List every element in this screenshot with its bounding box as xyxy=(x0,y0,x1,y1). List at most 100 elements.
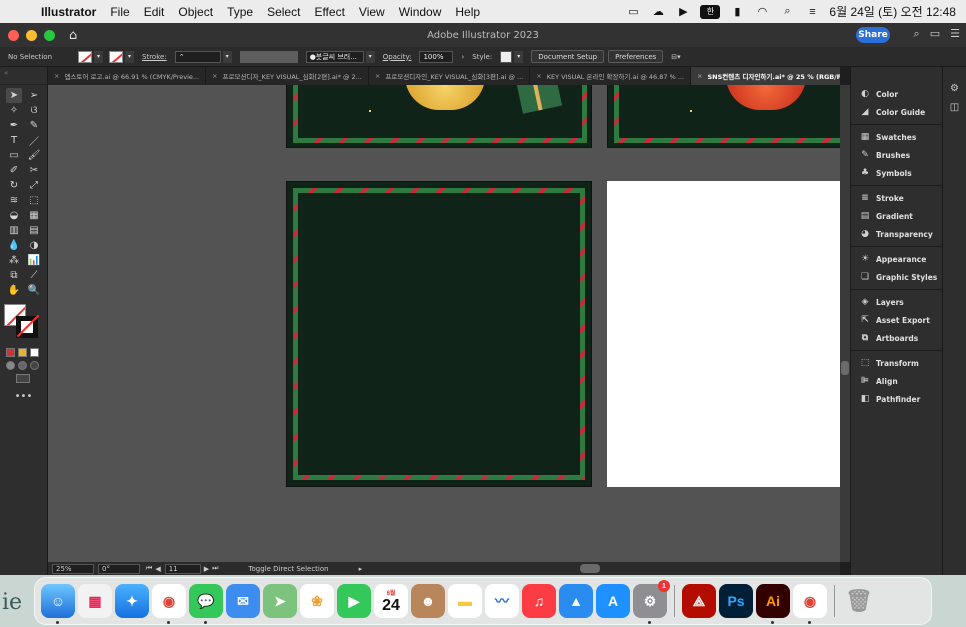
menu-select[interactable]: Select xyxy=(260,5,307,19)
selection-tool-icon[interactable]: ➤ xyxy=(6,88,22,103)
search-icon[interactable]: ⌕ xyxy=(779,5,795,19)
illustrator-icon[interactable]: Ai xyxy=(756,584,790,624)
brush-definition-field[interactable]: ● 붓글씨 브러... xyxy=(305,50,364,63)
menu-view[interactable]: View xyxy=(352,5,392,19)
lasso-tool-icon[interactable]: ଓ xyxy=(26,103,42,118)
opacity-label[interactable]: Opacity: xyxy=(383,53,412,61)
facetime-icon[interactable]: ▶ xyxy=(337,584,371,618)
previous-artboard-icon[interactable]: ◀ xyxy=(155,565,160,573)
draw-behind-icon[interactable] xyxy=(18,361,27,370)
display-icon[interactable]: ▭ xyxy=(625,5,641,19)
brush-dropdown[interactable]: ▾ xyxy=(365,50,375,63)
menu-icon[interactable]: ☰ xyxy=(950,27,960,41)
perspective-grid-tool-icon[interactable]: ▥ xyxy=(6,223,22,238)
tab-document-5[interactable]: ×SNS컨텐츠 디자인하기.ai* @ 25 % (RGB/Preview) xyxy=(691,67,840,85)
panel-symbols[interactable]: ♣ Symbols xyxy=(851,164,942,182)
menu-file[interactable]: File xyxy=(103,5,136,19)
app-menu[interactable]: Illustrator xyxy=(34,5,103,19)
draw-normal-icon[interactable] xyxy=(6,361,15,370)
artboard-tool-icon[interactable]: ⧉ xyxy=(6,268,22,283)
rotate-tool-icon[interactable]: ↻ xyxy=(6,178,22,193)
fill-swatch[interactable] xyxy=(78,50,93,63)
panel-artboards[interactable]: ⧉ Artboards xyxy=(851,329,942,347)
panel-expand-icon[interactable] xyxy=(851,67,942,85)
chrome-profile-icon[interactable]: ◉ xyxy=(793,584,827,624)
live-paint-tool-icon[interactable]: ▦ xyxy=(26,208,42,223)
none-mode-icon[interactable] xyxy=(30,348,39,357)
properties-icon[interactable]: ⚙ xyxy=(943,83,966,94)
panel-brushes[interactable]: ✎ Brushes xyxy=(851,146,942,164)
tab-document-3[interactable]: × 프로모션디자인_KEY VISUAL_심화[3편].ai @ ... xyxy=(369,67,531,85)
panel-color[interactable]: ◐ Color xyxy=(851,85,942,103)
free-transform-tool-icon[interactable]: ⬚ xyxy=(26,193,42,208)
panel-transform[interactable]: ⬚ Transform xyxy=(851,354,942,372)
color-mode-icon[interactable] xyxy=(6,348,15,357)
panel-asset-export[interactable]: ⇱ Asset Export xyxy=(851,311,942,329)
keynote-icon[interactable]: ▲ xyxy=(559,584,593,618)
finder-icon[interactable]: ☺ xyxy=(41,584,75,624)
stroke-weight-dropdown[interactable]: ▾ xyxy=(222,50,232,63)
minimize-window-button[interactable] xyxy=(26,29,37,41)
preferences-button[interactable]: Preferences xyxy=(608,50,664,63)
blend-tool-icon[interactable]: ◑ xyxy=(26,238,42,253)
artboard-blank[interactable] xyxy=(607,181,840,487)
status-menu-icon[interactable]: ▸ xyxy=(359,565,363,573)
next-artboard-icon[interactable]: ▶ xyxy=(204,565,209,573)
scroll-thumb[interactable] xyxy=(841,361,849,375)
direct-selection-tool-icon[interactable]: ➢ xyxy=(26,88,42,103)
menu-window[interactable]: Window xyxy=(392,5,449,19)
home-icon[interactable]: ⌂ xyxy=(69,28,77,43)
artboard-main[interactable] xyxy=(286,181,592,487)
zoom-tool-icon[interactable]: 🔍 xyxy=(26,283,42,298)
close-tab-icon[interactable]: × xyxy=(212,72,217,80)
zoom-field[interactable]: 25% xyxy=(52,563,94,574)
document-setup-button[interactable]: Document Setup xyxy=(531,50,605,63)
paintbrush-tool-icon[interactable]: 🖌 xyxy=(26,148,42,163)
magic-wand-tool-icon[interactable]: ✧ xyxy=(6,103,22,118)
mail-icon[interactable]: ✉ xyxy=(226,584,260,618)
panel-graphic-styles[interactable]: ❏ Graphic Styles xyxy=(851,268,942,286)
tab-document-4[interactable]: × KEY VISUAL 온라인 확장하기.ai @ 46.87 % ... xyxy=(530,67,692,85)
canvas[interactable] xyxy=(48,85,840,562)
symbol-sprayer-tool-icon[interactable]: ⁂ xyxy=(6,253,22,268)
app-store-icon[interactable]: A xyxy=(596,584,630,618)
maps-icon[interactable]: ➤ xyxy=(263,584,297,618)
system-settings-icon[interactable]: ⚙ 1 xyxy=(633,580,670,624)
last-artboard-icon[interactable]: ⏭ xyxy=(212,564,218,573)
panel-transparency[interactable]: ◕ Transparency xyxy=(851,225,942,243)
panel-swatches[interactable]: ▦ Swatches xyxy=(851,128,942,146)
workspace-switcher-icon[interactable]: ▭ xyxy=(930,27,940,41)
creative-cloud-icon[interactable]: ☁ xyxy=(650,5,666,19)
edit-toolbar-icon[interactable]: ••• xyxy=(0,391,47,402)
fill-stroke-widget[interactable] xyxy=(4,304,44,344)
acrobat-icon[interactable]: ⟁ xyxy=(682,584,716,618)
rectangle-tool-icon[interactable]: ▭ xyxy=(6,148,22,163)
stroke-swatch[interactable] xyxy=(109,50,124,63)
panel-stroke[interactable]: ≡ Stroke xyxy=(851,189,942,207)
scale-tool-icon[interactable]: ⤢ xyxy=(26,178,42,193)
shape-builder-tool-icon[interactable]: ◒ xyxy=(6,208,22,223)
close-tab-icon[interactable]: × xyxy=(697,72,702,80)
panel-align[interactable]: ⊫ Align xyxy=(851,372,942,390)
contacts-icon[interactable]: ☻ xyxy=(411,584,445,618)
launchpad-icon[interactable]: ▦ xyxy=(78,584,112,618)
panel-appearance[interactable]: ☀ Appearance xyxy=(851,250,942,268)
opacity-field[interactable]: 100% xyxy=(419,50,454,63)
warp-tool-icon[interactable]: ≋ xyxy=(6,193,22,208)
music-icon[interactable]: ♫ xyxy=(522,584,556,618)
menu-clock[interactable]: 6월 24일 (토) 오전 12:48 xyxy=(829,3,956,20)
battery-icon[interactable]: ▮ xyxy=(729,5,745,19)
rotation-field[interactable]: 0° xyxy=(98,563,140,574)
eyedropper-tool-icon[interactable]: 💧 xyxy=(6,238,22,253)
chrome-icon[interactable]: ◉ xyxy=(152,584,186,624)
trash-icon[interactable]: 🗑 xyxy=(842,584,876,618)
menu-edit[interactable]: Edit xyxy=(137,5,172,19)
input-method-icon[interactable]: 한 xyxy=(700,4,721,19)
tab-document-2[interactable]: × 프로모션디자_KEY VISUAL_심화[2편].ai* @ 2... xyxy=(206,67,369,85)
slice-tool-icon[interactable]: ⟋ xyxy=(26,268,42,283)
variable-width-profile[interactable] xyxy=(239,50,298,63)
horizontal-scroll-thumb[interactable] xyxy=(580,564,600,573)
panel-layers[interactable]: ◈ Layers xyxy=(851,293,942,311)
column-graph-tool-icon[interactable]: 📊 xyxy=(26,253,42,268)
hand-tool-icon[interactable]: ✋ xyxy=(6,283,22,298)
